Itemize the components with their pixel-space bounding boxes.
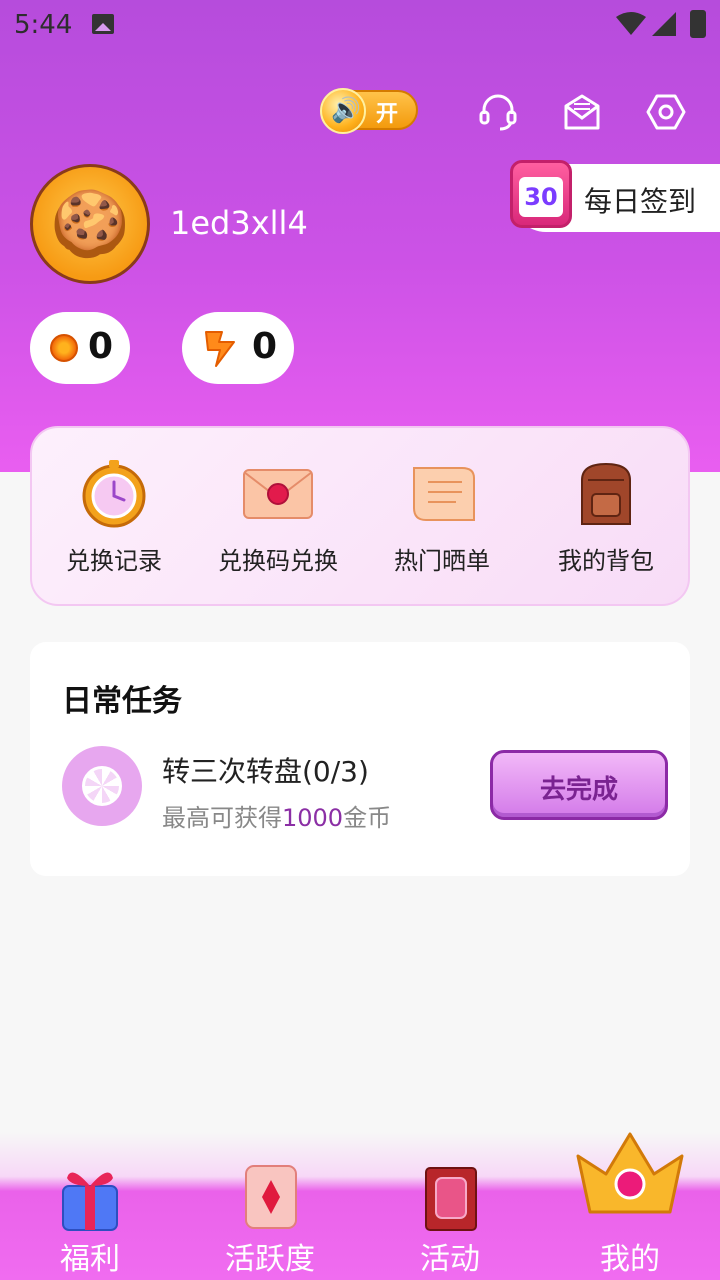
nav-label: 活跃度	[225, 1242, 315, 1277]
battery-icon	[690, 10, 706, 38]
quick-item-exchange-history[interactable]: 兑换记录	[34, 456, 194, 596]
username: 1ed3xll4	[170, 204, 308, 242]
mail-icon[interactable]	[562, 92, 602, 132]
coin-icon	[50, 334, 78, 362]
status-time: 5:44	[14, 10, 73, 40]
daily-tasks-title: 日常任务	[62, 684, 182, 719]
crown-icon	[576, 1132, 684, 1214]
sound-toggle[interactable]: 🔊 开	[320, 88, 418, 134]
gingerbread-avatar-icon: 🍪	[50, 187, 130, 262]
quick-item-label: 兑换记录	[66, 547, 162, 575]
nav-label: 活动	[420, 1242, 480, 1277]
wheel-icon	[62, 746, 142, 826]
daily-checkin-label: 每日签到	[584, 185, 697, 218]
go-complete-label: 去完成	[539, 775, 618, 805]
daily-checkin-button[interactable]: 30 每日签到	[510, 160, 720, 232]
quick-menu-card: 兑换记录 兑换码兑换 热门晒单 我的背包	[30, 426, 690, 606]
nav-label: 我的	[600, 1242, 660, 1277]
bottom-navigation: 福利 活跃度 活动 我的	[0, 1132, 720, 1280]
quick-item-label: 我的背包	[558, 547, 654, 575]
coin-balance[interactable]: 0	[30, 312, 130, 384]
backpack-icon	[581, 462, 631, 525]
sound-toggle-label: 开	[376, 102, 399, 127]
wifi-icon	[616, 12, 646, 35]
quick-item-label: 兑换码兑换	[218, 547, 338, 575]
status-bar: 5:44	[0, 0, 720, 50]
speaker-icon: 🔊	[320, 88, 366, 134]
quick-item-label: 热门晒单	[394, 547, 490, 575]
task-reward-amount: 1000	[282, 804, 344, 832]
quick-item-my-backpack[interactable]: 我的背包	[526, 456, 686, 596]
gift-icon	[62, 1172, 118, 1231]
energy-balance[interactable]: 0	[182, 312, 294, 384]
daily-tasks-card: 日常任务 转三次转盘(0/3) 最高可获得1000金币 去完成	[30, 642, 690, 876]
energy-balance-value: 0	[252, 326, 278, 367]
card-icon	[245, 1165, 297, 1229]
signal-icon	[652, 12, 676, 36]
go-complete-button[interactable]: 去完成	[490, 750, 668, 820]
calendar-icon: 30	[510, 160, 572, 228]
task-description: 最高可获得1000金币	[162, 804, 392, 832]
nav-tab-activity-level[interactable]: 活跃度	[180, 1132, 360, 1280]
quick-item-redeem-code[interactable]: 兑换码兑换	[198, 456, 358, 596]
task-name: 转三次转盘(0/3)	[162, 755, 369, 788]
coin-balance-value: 0	[88, 326, 114, 367]
avatar[interactable]: 🍪	[30, 164, 150, 284]
headset-icon[interactable]	[478, 92, 518, 132]
lightning-icon	[205, 331, 235, 367]
nav-label: 福利	[60, 1242, 120, 1277]
nav-tab-events[interactable]: 活动	[360, 1132, 540, 1280]
quick-item-popular-posts[interactable]: 热门晒单	[362, 456, 522, 596]
clock-icon	[82, 460, 146, 528]
nav-tab-welfare[interactable]: 福利	[0, 1132, 180, 1280]
envelope-icon	[243, 469, 313, 519]
settings-icon[interactable]	[646, 92, 686, 132]
calendar-number: 30	[519, 177, 563, 217]
book-icon	[425, 1167, 477, 1231]
gallery-notification-icon	[92, 14, 114, 34]
scroll-icon	[413, 467, 475, 521]
nav-tab-mine[interactable]: 我的	[540, 1132, 720, 1280]
